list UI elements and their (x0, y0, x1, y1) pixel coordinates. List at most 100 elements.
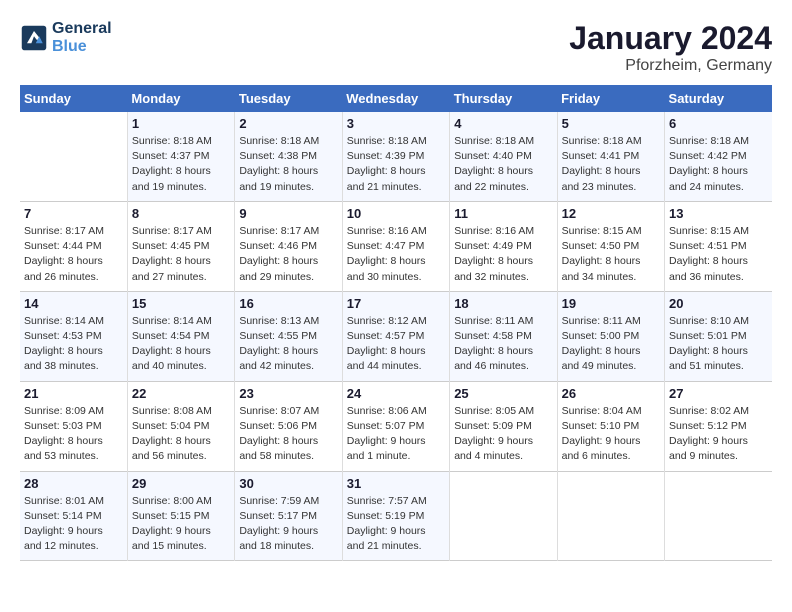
day-info: Sunrise: 8:15 AMSunset: 4:51 PMDaylight:… (669, 224, 768, 285)
day-number: 23 (239, 386, 337, 401)
day-cell: 21 Sunrise: 8:09 AMSunset: 5:03 PMDaylig… (20, 381, 127, 471)
logo-text: General Blue (52, 20, 112, 56)
day-cell: 12 Sunrise: 8:15 AMSunset: 4:50 PMDaylig… (557, 201, 664, 291)
day-number: 5 (562, 116, 660, 131)
header-row: SundayMondayTuesdayWednesdayThursdayFrid… (20, 85, 772, 112)
day-number: 12 (562, 206, 660, 221)
calendar-table: SundayMondayTuesdayWednesdayThursdayFrid… (20, 85, 772, 561)
day-info: Sunrise: 8:00 AMSunset: 5:15 PMDaylight:… (132, 494, 230, 555)
day-number: 10 (347, 206, 445, 221)
day-info: Sunrise: 8:05 AMSunset: 5:09 PMDaylight:… (454, 404, 552, 465)
day-info: Sunrise: 8:18 AMSunset: 4:39 PMDaylight:… (347, 134, 445, 195)
col-header-tuesday: Tuesday (235, 85, 342, 112)
day-number: 30 (239, 476, 337, 491)
day-info: Sunrise: 8:18 AMSunset: 4:42 PMDaylight:… (669, 134, 768, 195)
day-number: 14 (24, 296, 123, 311)
day-cell: 6 Sunrise: 8:18 AMSunset: 4:42 PMDayligh… (665, 112, 772, 201)
day-info: Sunrise: 8:01 AMSunset: 5:14 PMDaylight:… (24, 494, 123, 555)
day-number: 3 (347, 116, 445, 131)
location-subtitle: Pforzheim, Germany (569, 57, 772, 75)
day-number: 13 (669, 206, 768, 221)
day-cell: 27 Sunrise: 8:02 AMSunset: 5:12 PMDaylig… (665, 381, 772, 471)
day-cell: 17 Sunrise: 8:12 AMSunset: 4:57 PMDaylig… (342, 291, 449, 381)
logo-icon (20, 24, 48, 52)
month-title: January 2024 (569, 20, 772, 57)
col-header-saturday: Saturday (665, 85, 772, 112)
week-row-1: 1 Sunrise: 8:18 AMSunset: 4:37 PMDayligh… (20, 112, 772, 201)
day-cell: 28 Sunrise: 8:01 AMSunset: 5:14 PMDaylig… (20, 471, 127, 561)
day-info: Sunrise: 8:15 AMSunset: 4:50 PMDaylight:… (562, 224, 660, 285)
day-info: Sunrise: 8:18 AMSunset: 4:41 PMDaylight:… (562, 134, 660, 195)
day-cell: 10 Sunrise: 8:16 AMSunset: 4:47 PMDaylig… (342, 201, 449, 291)
day-number: 28 (24, 476, 123, 491)
day-number: 19 (562, 296, 660, 311)
day-cell: 8 Sunrise: 8:17 AMSunset: 4:45 PMDayligh… (127, 201, 234, 291)
day-cell: 29 Sunrise: 8:00 AMSunset: 5:15 PMDaylig… (127, 471, 234, 561)
week-row-5: 28 Sunrise: 8:01 AMSunset: 5:14 PMDaylig… (20, 471, 772, 561)
day-info: Sunrise: 8:14 AMSunset: 4:54 PMDaylight:… (132, 314, 230, 375)
day-number: 6 (669, 116, 768, 131)
day-info: Sunrise: 8:04 AMSunset: 5:10 PMDaylight:… (562, 404, 660, 465)
day-cell: 14 Sunrise: 8:14 AMSunset: 4:53 PMDaylig… (20, 291, 127, 381)
day-number: 20 (669, 296, 768, 311)
day-number: 8 (132, 206, 230, 221)
day-number: 22 (132, 386, 230, 401)
day-info: Sunrise: 8:11 AMSunset: 4:58 PMDaylight:… (454, 314, 552, 375)
day-info: Sunrise: 8:06 AMSunset: 5:07 PMDaylight:… (347, 404, 445, 465)
day-info: Sunrise: 8:02 AMSunset: 5:12 PMDaylight:… (669, 404, 768, 465)
col-header-monday: Monday (127, 85, 234, 112)
day-cell: 19 Sunrise: 8:11 AMSunset: 5:00 PMDaylig… (557, 291, 664, 381)
day-number: 11 (454, 206, 552, 221)
day-cell: 15 Sunrise: 8:14 AMSunset: 4:54 PMDaylig… (127, 291, 234, 381)
day-cell: 4 Sunrise: 8:18 AMSunset: 4:40 PMDayligh… (450, 112, 557, 201)
day-cell: 24 Sunrise: 8:06 AMSunset: 5:07 PMDaylig… (342, 381, 449, 471)
day-number: 21 (24, 386, 123, 401)
col-header-thursday: Thursday (450, 85, 557, 112)
day-number: 27 (669, 386, 768, 401)
day-info: Sunrise: 7:59 AMSunset: 5:17 PMDaylight:… (239, 494, 337, 555)
day-info: Sunrise: 8:18 AMSunset: 4:38 PMDaylight:… (239, 134, 337, 195)
day-info: Sunrise: 8:16 AMSunset: 4:49 PMDaylight:… (454, 224, 552, 285)
day-cell: 26 Sunrise: 8:04 AMSunset: 5:10 PMDaylig… (557, 381, 664, 471)
day-number: 29 (132, 476, 230, 491)
day-info: Sunrise: 8:08 AMSunset: 5:04 PMDaylight:… (132, 404, 230, 465)
week-row-2: 7 Sunrise: 8:17 AMSunset: 4:44 PMDayligh… (20, 201, 772, 291)
day-cell (450, 471, 557, 561)
day-cell: 30 Sunrise: 7:59 AMSunset: 5:17 PMDaylig… (235, 471, 342, 561)
day-info: Sunrise: 8:13 AMSunset: 4:55 PMDaylight:… (239, 314, 337, 375)
day-number: 18 (454, 296, 552, 311)
day-info: Sunrise: 8:16 AMSunset: 4:47 PMDaylight:… (347, 224, 445, 285)
day-info: Sunrise: 8:10 AMSunset: 5:01 PMDaylight:… (669, 314, 768, 375)
day-info: Sunrise: 8:12 AMSunset: 4:57 PMDaylight:… (347, 314, 445, 375)
col-header-wednesday: Wednesday (342, 85, 449, 112)
week-row-4: 21 Sunrise: 8:09 AMSunset: 5:03 PMDaylig… (20, 381, 772, 471)
col-header-sunday: Sunday (20, 85, 127, 112)
day-number: 25 (454, 386, 552, 401)
day-cell: 13 Sunrise: 8:15 AMSunset: 4:51 PMDaylig… (665, 201, 772, 291)
day-cell: 20 Sunrise: 8:10 AMSunset: 5:01 PMDaylig… (665, 291, 772, 381)
day-info: Sunrise: 8:17 AMSunset: 4:46 PMDaylight:… (239, 224, 337, 285)
day-number: 1 (132, 116, 230, 131)
day-number: 31 (347, 476, 445, 491)
day-cell (557, 471, 664, 561)
day-number: 2 (239, 116, 337, 131)
title-block: January 2024 Pforzheim, Germany (569, 20, 772, 75)
day-cell: 25 Sunrise: 8:05 AMSunset: 5:09 PMDaylig… (450, 381, 557, 471)
logo: General Blue (20, 20, 112, 56)
day-number: 4 (454, 116, 552, 131)
col-header-friday: Friday (557, 85, 664, 112)
day-cell: 31 Sunrise: 7:57 AMSunset: 5:19 PMDaylig… (342, 471, 449, 561)
day-cell: 11 Sunrise: 8:16 AMSunset: 4:49 PMDaylig… (450, 201, 557, 291)
day-cell: 22 Sunrise: 8:08 AMSunset: 5:04 PMDaylig… (127, 381, 234, 471)
day-info: Sunrise: 8:18 AMSunset: 4:37 PMDaylight:… (132, 134, 230, 195)
day-cell: 7 Sunrise: 8:17 AMSunset: 4:44 PMDayligh… (20, 201, 127, 291)
day-info: Sunrise: 8:11 AMSunset: 5:00 PMDaylight:… (562, 314, 660, 375)
page-header: General Blue January 2024 Pforzheim, Ger… (20, 20, 772, 75)
day-cell: 5 Sunrise: 8:18 AMSunset: 4:41 PMDayligh… (557, 112, 664, 201)
day-cell: 16 Sunrise: 8:13 AMSunset: 4:55 PMDaylig… (235, 291, 342, 381)
day-number: 17 (347, 296, 445, 311)
day-info: Sunrise: 8:07 AMSunset: 5:06 PMDaylight:… (239, 404, 337, 465)
day-info: Sunrise: 7:57 AMSunset: 5:19 PMDaylight:… (347, 494, 445, 555)
day-number: 15 (132, 296, 230, 311)
day-info: Sunrise: 8:17 AMSunset: 4:44 PMDaylight:… (24, 224, 123, 285)
